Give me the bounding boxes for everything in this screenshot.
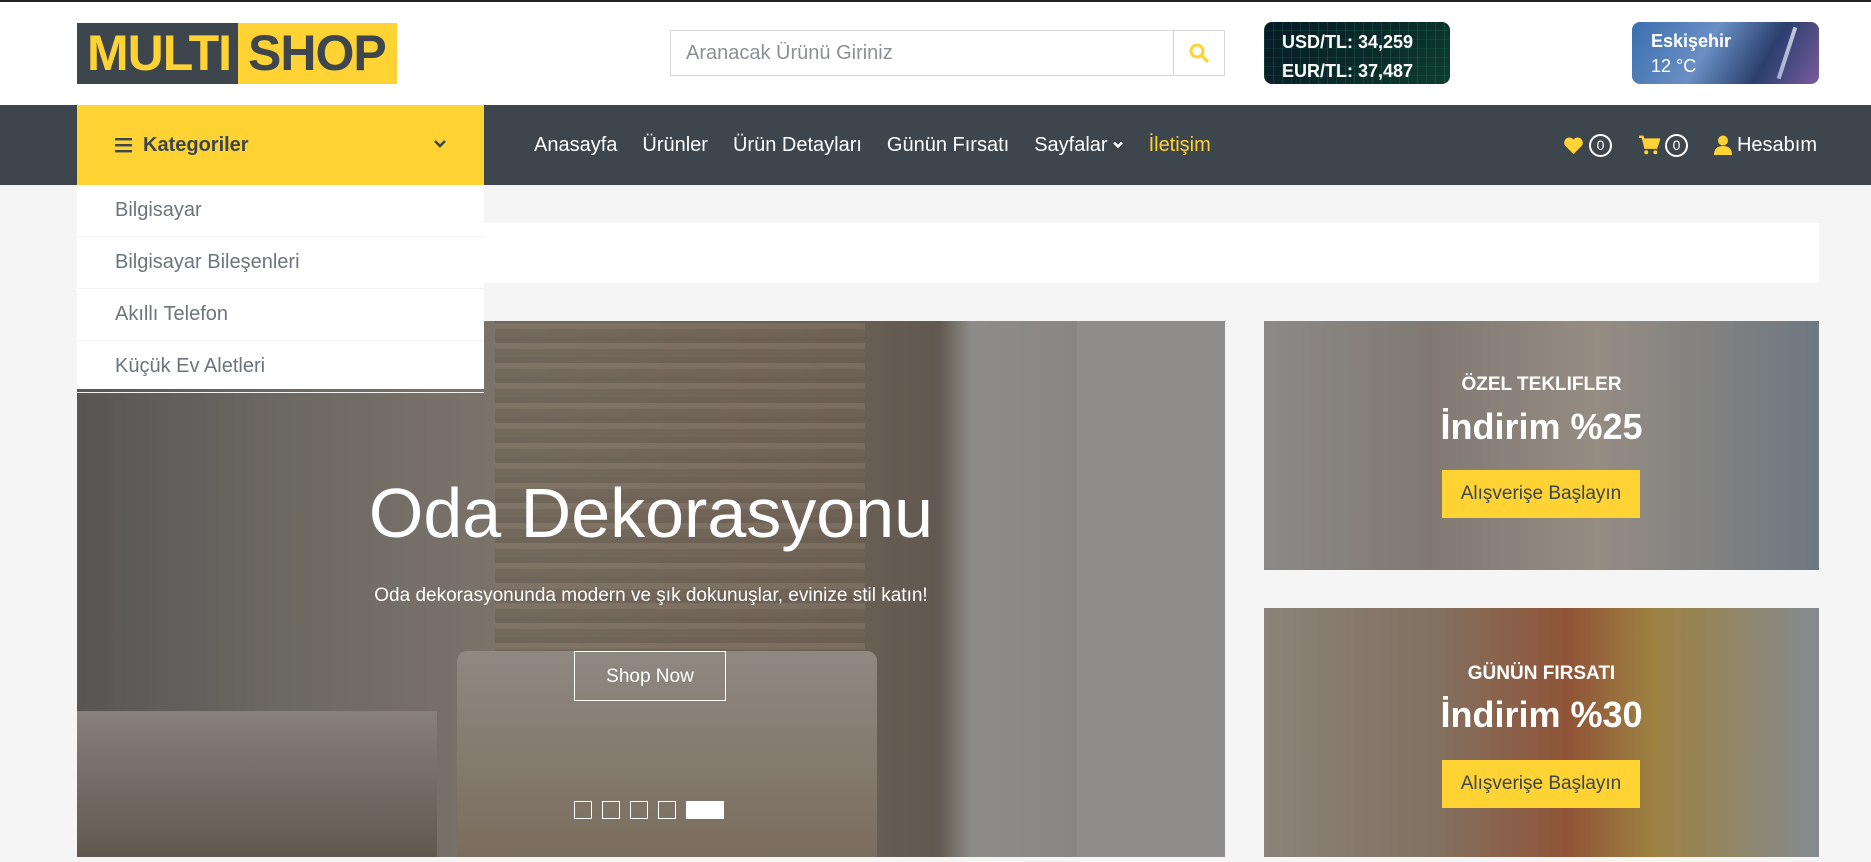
shop-now-button[interactable]: Shop Now [574,651,726,701]
offer-headline: İndirim %25 [1440,406,1643,447]
heart-icon [1564,136,1583,154]
category-item-small-appliances[interactable]: Küçük Ev Aletleri [77,341,484,393]
breadcrumb-strip [484,223,1819,283]
wishlist-link[interactable]: 0 [1563,133,1612,157]
account-link[interactable]: Hesabım [1713,133,1817,157]
cart-count: 0 [1664,133,1688,157]
nav-item-deal-of-day[interactable]: Günün Fırsatı [887,134,1009,157]
header-actions: 0 0 Hesabım [1537,105,1817,185]
hero-title: Oda Dekorasyonu [368,474,934,552]
nav-item-home[interactable]: Anasayfa [534,134,617,157]
site-logo[interactable]: MULTI SHOP [77,23,397,84]
logo-part-1: MULTI [77,23,239,84]
search-icon [1189,43,1209,63]
hero-carousel: Oda Dekorasyonu Oda dekorasyonunda moder… [77,321,1225,857]
nav-item-pages[interactable]: Sayfalar [1034,134,1123,157]
usd-rate: USD/TL: 34,259 [1282,32,1414,52]
category-item-computer[interactable]: Bilgisayar [77,185,484,237]
nav-item-product-details[interactable]: Ürün Detayları [733,134,862,157]
carousel-indicator[interactable] [658,801,676,819]
currency-widget: USD/TL: 34,259 EUR/TL: 37,487 [1264,22,1450,84]
wishlist-count: 0 [1588,133,1612,157]
carousel-indicator-active[interactable] [686,801,724,819]
nav-item-contact[interactable]: İletişim [1149,134,1211,157]
offer-card-special: ÖZEL TEKLIFLER İndirim %25 Alışverişe Ba… [1264,321,1819,570]
search-input[interactable] [671,31,1173,75]
categories-label: Kategoriler [143,133,249,156]
search-bar [670,30,1225,76]
hero-subtitle: Oda dekorasyonunda modern ve şık dokunuş… [374,585,928,606]
categories-dropdown: Bilgisayar Bilgisayar Bileşenleri Akıllı… [77,185,484,393]
chevron-down-icon [1112,141,1123,149]
menu-icon [115,138,132,153]
weather-widget: Eskişehir 12 °C [1632,22,1819,84]
category-item-computer-parts[interactable]: Bilgisayar Bileşenleri [77,237,484,289]
offer-headline: İndirim %30 [1440,694,1643,735]
eur-rate: EUR/TL: 37,487 [1282,61,1414,81]
cart-link[interactable]: 0 [1638,133,1688,157]
cart-icon [1638,135,1660,155]
start-shopping-button[interactable]: Alışverişe Başlayın [1442,470,1640,518]
search-button[interactable] [1173,31,1224,75]
carousel-indicator[interactable] [630,801,648,819]
offer-card-deal: GÜNÜN FIRSATI İndirim %30 Alışverişe Baş… [1264,608,1819,857]
category-item-smartphone[interactable]: Akıllı Telefon [77,289,484,341]
offer-kicker: GÜNÜN FIRSATI [1467,663,1616,684]
carousel-indicators [574,801,734,819]
chevron-down-icon [434,140,446,148]
categories-toggle[interactable]: Kategoriler [77,105,484,185]
carousel-indicator[interactable] [574,801,592,819]
user-icon [1713,135,1732,155]
logo-part-2: SHOP [238,23,397,84]
carousel-indicator[interactable] [602,801,620,819]
weather-temperature: 12 °C [1651,56,1697,76]
start-shopping-button[interactable]: Alışverişe Başlayın [1442,760,1640,808]
offer-kicker: ÖZEL TEKLIFLER [1461,374,1622,395]
nav-item-pages-label: Sayfalar [1034,133,1108,156]
account-label: Hesabım [1736,133,1817,156]
nav-links: Anasayfa Ürünler Ürün Detayları Günün Fı… [534,105,1236,185]
nav-item-products[interactable]: Ürünler [642,134,708,157]
